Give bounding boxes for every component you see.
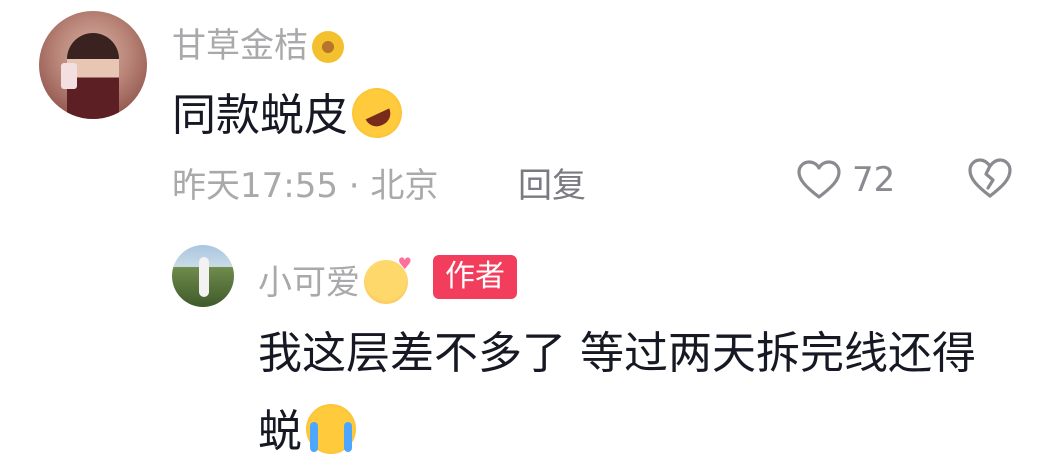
heart-outline-icon xyxy=(797,160,841,199)
like-button[interactable]: 72 xyxy=(796,156,895,204)
reply-text-line2: 蜕 xyxy=(258,406,302,454)
reply-text-line1: 我这层差不多了 等过两天拆完线还得 xyxy=(258,328,976,379)
comment-meta: 昨天17:55 · 北京 xyxy=(172,158,438,207)
comment-text: 同款蜕皮 xyxy=(172,90,348,141)
commenter-username[interactable]: 甘草金桔 xyxy=(172,18,344,67)
commenter-username-text: 甘草金桔 xyxy=(172,26,308,66)
author-badge: 作者 xyxy=(433,255,517,299)
crying-emoji-icon xyxy=(306,404,356,454)
meta-separator: · xyxy=(348,166,360,206)
broken-heart-icon xyxy=(968,158,1012,198)
dislike-button[interactable] xyxy=(966,156,1014,202)
comment-location: 北京 xyxy=(370,166,439,206)
avatar-person-figure xyxy=(199,257,209,297)
sunflower-icon xyxy=(312,31,344,63)
author-username[interactable]: 小可爱 xyxy=(258,254,412,304)
like-count: 72 xyxy=(852,160,896,200)
smiling-hearts-emoji-icon xyxy=(364,254,412,304)
reply-text-line2-wrap: 蜕 xyxy=(258,395,356,454)
reply-button[interactable]: 回复 xyxy=(518,158,586,207)
comment-body: 同款蜕皮 xyxy=(172,79,411,147)
comment-time: 昨天17:55 xyxy=(172,166,338,206)
author-username-text: 小可爱 xyxy=(258,263,360,303)
author-avatar[interactable] xyxy=(172,245,234,307)
rolling-laughing-emoji-icon xyxy=(343,79,411,147)
avatar-cup-figure xyxy=(61,63,77,89)
comment-thread: 甘草金桔 同款蜕皮 昨天17:55 · 北京 回复 72 小可爱 作者 我这层差… xyxy=(0,0,1063,454)
commenter-avatar[interactable] xyxy=(39,11,147,119)
